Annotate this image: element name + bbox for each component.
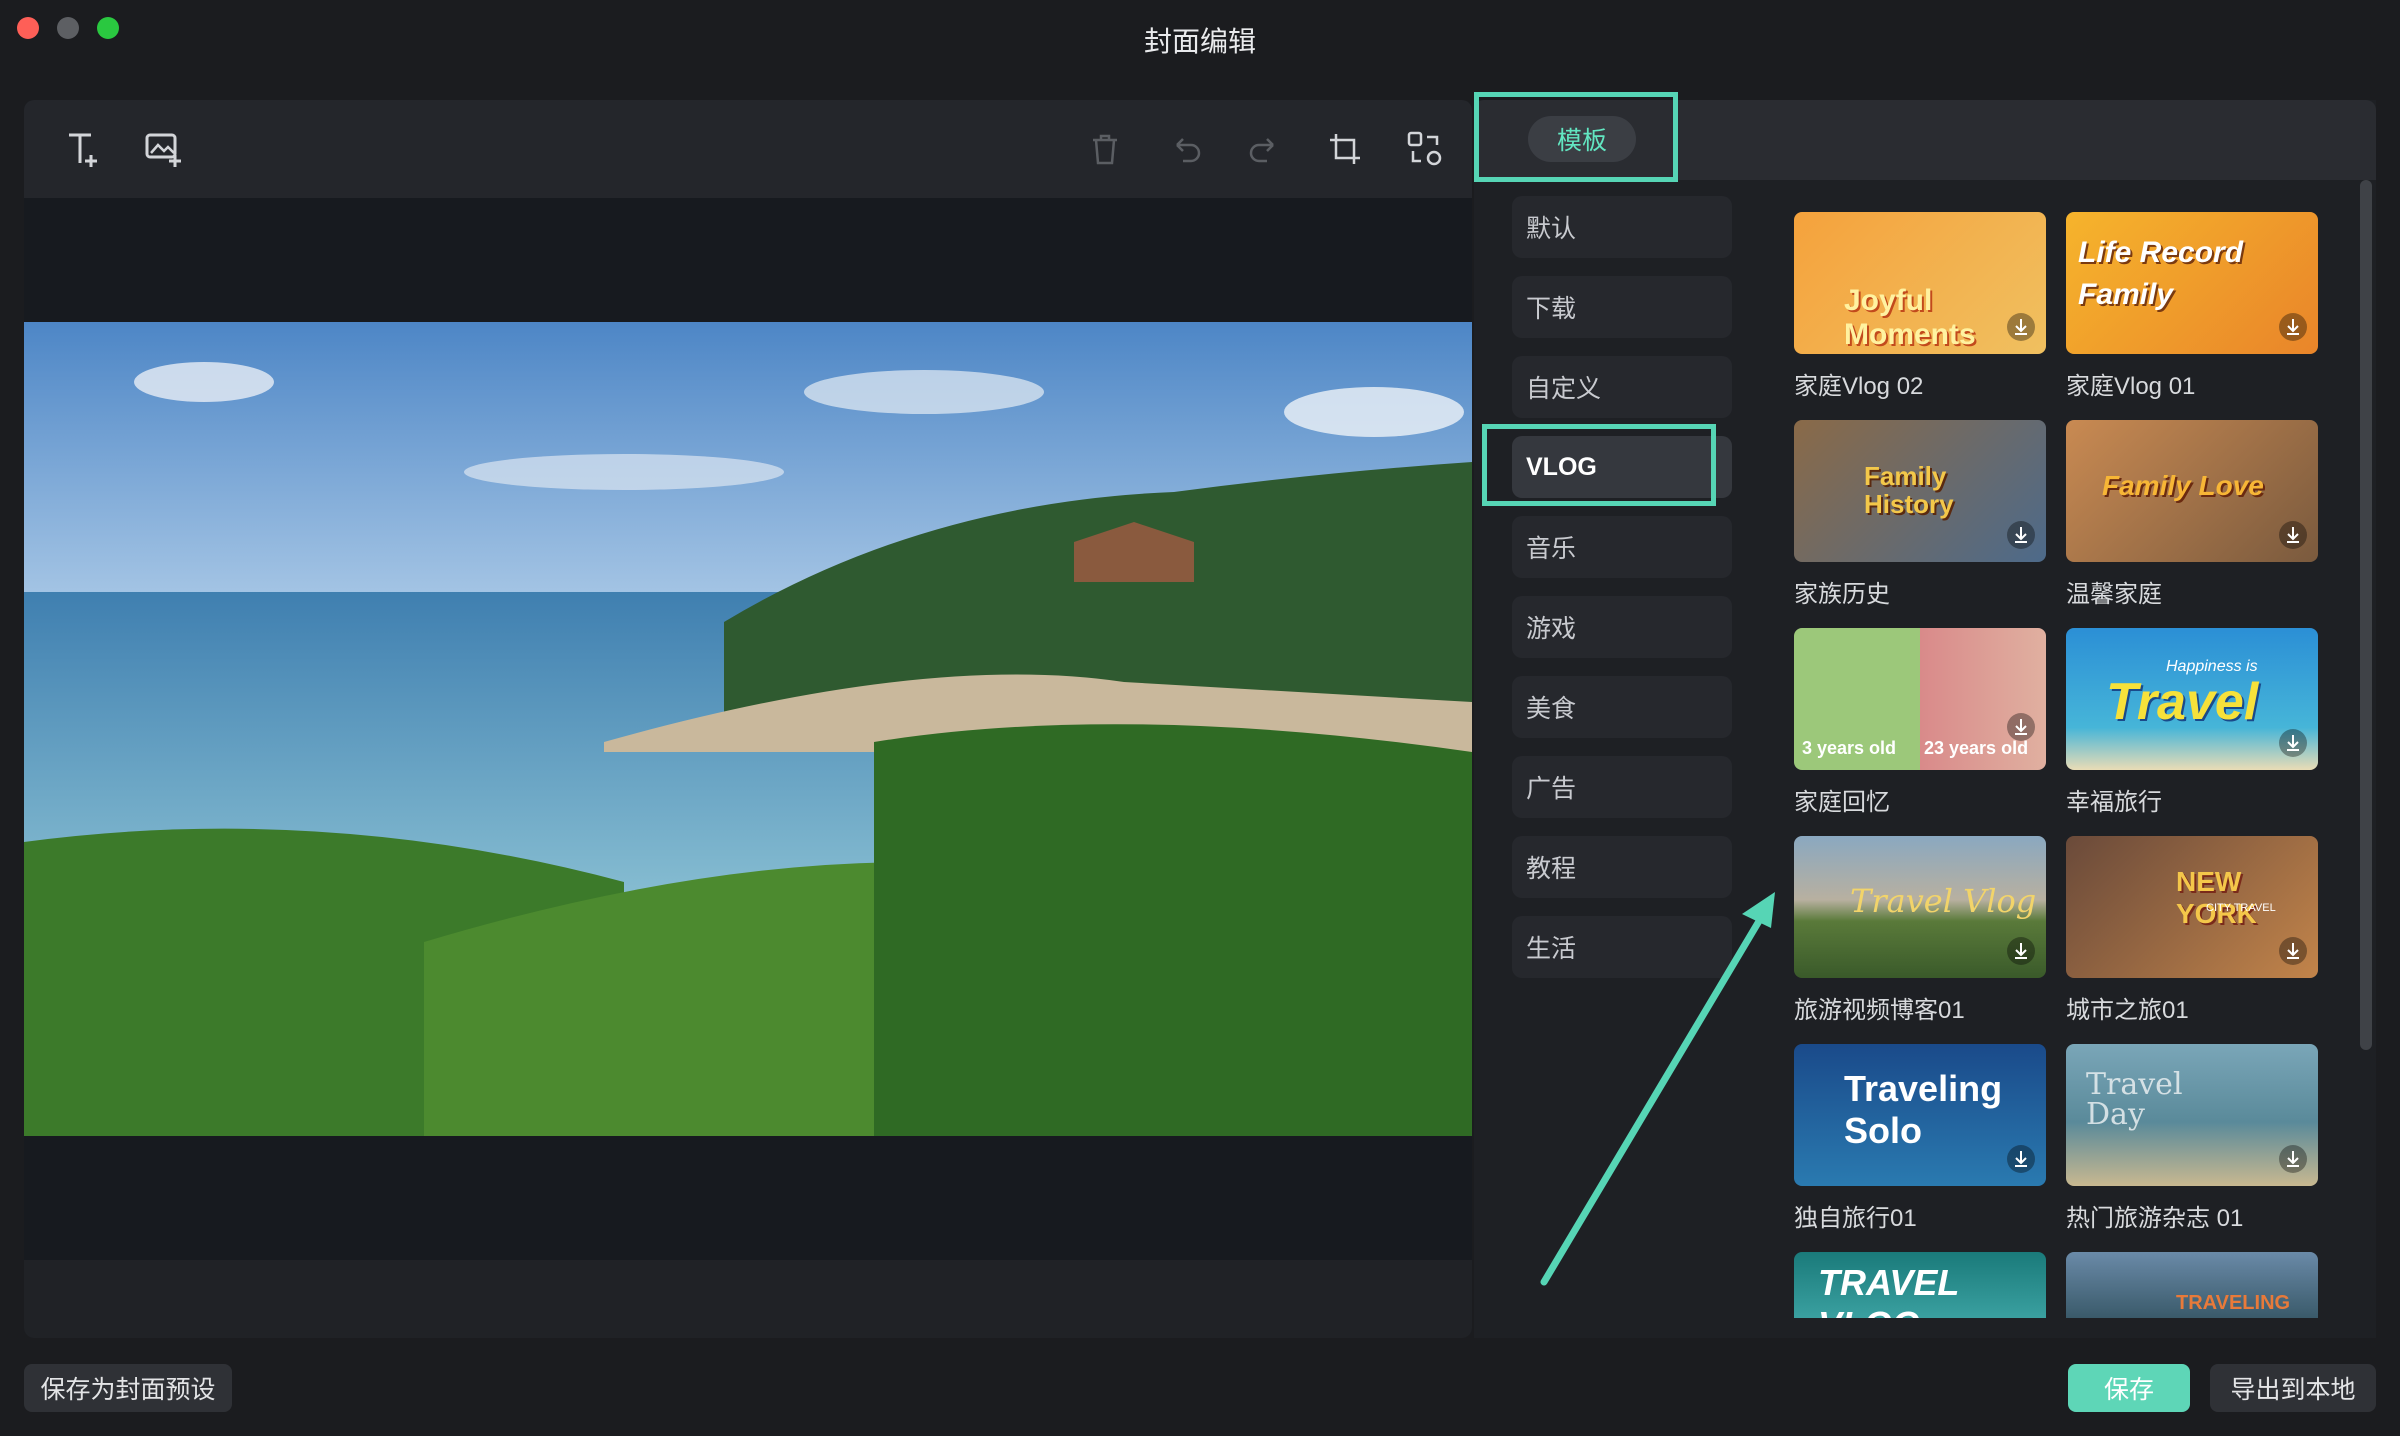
template-thumb[interactable]: Traveling Solo	[1794, 1044, 2046, 1186]
category-highlight-frame	[1482, 424, 1716, 506]
template-thumb[interactable]: TRAVEL VLOG	[1794, 1252, 2046, 1318]
thumb-overlay-text: Family Love	[2102, 470, 2264, 501]
thumb-overlay-text: TRAVEL VLOG	[1818, 1262, 1959, 1318]
download-icon[interactable]	[2006, 520, 2036, 550]
swap-icon[interactable]	[1400, 124, 1450, 174]
text-add-icon[interactable]	[58, 124, 108, 174]
redo-icon[interactable]	[1240, 124, 1290, 174]
download-icon[interactable]	[2006, 1144, 2036, 1174]
cover-editor	[24, 100, 1472, 1338]
thumb-overlay-text: Traveling Solo	[1844, 1068, 2003, 1151]
category-game[interactable]: 游戏	[1512, 596, 1732, 658]
canvas-letterbox-top	[24, 198, 1472, 322]
thumb-overlay-small: CITY TRAVEL	[2206, 902, 2276, 914]
download-icon[interactable]	[2006, 312, 2036, 342]
download-icon[interactable]	[2006, 712, 2036, 742]
image-add-icon[interactable]	[138, 124, 188, 174]
save-button[interactable]: 保存	[2068, 1364, 2190, 1412]
template-thumb[interactable]: Life Record Family	[2066, 212, 2318, 354]
template-label: 旅游视频博客01	[1794, 997, 1965, 1024]
template-label: 幸福旅行	[2066, 789, 2162, 816]
tab-highlight-frame	[1474, 92, 1678, 182]
thumb-overlay-text: Life Record Family	[2078, 236, 2244, 311]
category-food[interactable]: 美食	[1512, 676, 1732, 738]
template-label: 温馨家庭	[2066, 581, 2162, 608]
editor-footer-area	[24, 1260, 1472, 1338]
template-thumb[interactable]: Travel Day	[2066, 1044, 2318, 1186]
template-thumb[interactable]: Joyful Moments	[1794, 212, 2046, 354]
thumb-overlay-text: NEW YORK	[2176, 866, 2257, 929]
trash-icon[interactable]	[1080, 124, 1130, 174]
thumb-overlay-text: Family History	[1864, 461, 1954, 519]
thumb-overlay-text: Travel Day	[2086, 1067, 2183, 1132]
crop-icon[interactable]	[1320, 124, 1370, 174]
category-custom[interactable]: 自定义	[1512, 356, 1732, 418]
template-label: 家庭Vlog 02	[1794, 373, 1924, 400]
thumb-overlay-text: Travel	[2106, 673, 2259, 731]
template-scrollbar[interactable]	[2360, 180, 2372, 1050]
template-thumb[interactable]: Travel Vlog	[1794, 836, 2046, 978]
template-label: 热门旅游杂志 01	[2066, 1205, 2244, 1232]
title-bar: 封面编辑	[0, 0, 2400, 80]
thumb-overlay-text: 3 years old	[1802, 738, 1897, 758]
thumb-overlay-text: TRAVELING	[2176, 1292, 2291, 1314]
template-label: 家庭Vlog 01	[2066, 373, 2196, 400]
template-thumb[interactable]: TRAVELING	[2066, 1252, 2318, 1318]
download-icon[interactable]	[2006, 936, 2036, 966]
category-music[interactable]: 音乐	[1512, 516, 1732, 578]
category-ads[interactable]: 广告	[1512, 756, 1732, 818]
category-default[interactable]: 默认	[1512, 196, 1732, 258]
undo-icon[interactable]	[1160, 124, 1210, 174]
canvas-letterbox-bottom	[24, 1136, 1472, 1260]
download-icon[interactable]	[2278, 1144, 2308, 1174]
template-label: 家族历史	[1794, 581, 1890, 608]
template-thumb[interactable]: Family History	[1794, 420, 2046, 562]
download-icon[interactable]	[2278, 728, 2308, 758]
thumb-overlay-text: Travel Vlog	[1850, 882, 2037, 920]
download-icon[interactable]	[2278, 312, 2308, 342]
template-thumb[interactable]: 3 years old 23 years old	[1794, 628, 2046, 770]
export-local-button[interactable]: 导出到本地	[2210, 1364, 2376, 1412]
template-thumb[interactable]: Happiness is Travel	[2066, 628, 2318, 770]
download-icon[interactable]	[2278, 520, 2308, 550]
template-thumb[interactable]: Family Love	[2066, 420, 2318, 562]
editor-toolbar	[24, 100, 1472, 198]
download-icon[interactable]	[2278, 936, 2308, 966]
annotation-arrow	[1540, 892, 1775, 1286]
template-thumb[interactable]: NEW YORK CITY TRAVEL	[2066, 836, 2318, 978]
template-label: 独自旅行01	[1794, 1205, 1917, 1232]
template-label: 城市之旅01	[2066, 997, 2189, 1024]
template-label: 家庭回忆	[1794, 789, 1890, 816]
cover-image	[24, 322, 1472, 1136]
category-download[interactable]: 下载	[1512, 276, 1732, 338]
window-title: 封面编辑	[1143, 26, 1256, 57]
save-as-preset-button[interactable]: 保存为封面预设	[24, 1364, 232, 1412]
